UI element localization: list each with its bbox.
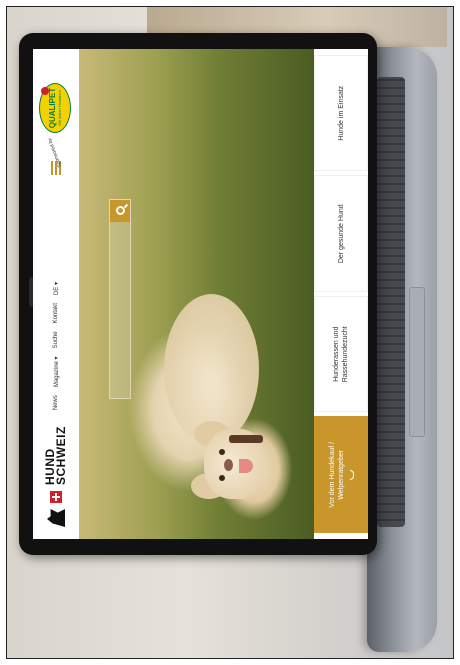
sponsor-label: Sponsored by xyxy=(46,136,64,168)
sponsor-slogan: Wir lieben Heimtiere xyxy=(57,90,62,127)
site-header: HUND SCHWEIZ News Magazine ▾ Suche Konta… xyxy=(33,49,79,539)
dog-eye xyxy=(219,475,225,481)
search-input[interactable] xyxy=(110,222,130,398)
site-logo[interactable]: HUND SCHWEIZ xyxy=(43,426,68,527)
logo-line2: SCHWEIZ xyxy=(54,426,68,485)
search-button[interactable] xyxy=(110,200,130,222)
tile-puppy-guide[interactable]: Vor dem Hundekauf / Welpenratgeber xyxy=(314,416,368,533)
nav-item-contact[interactable]: Kontakt xyxy=(53,303,60,323)
hero-image-dog-in-grass xyxy=(79,49,314,539)
category-tiles: Vor dem Hundekauf / Welpenratgeber Hunde… xyxy=(314,49,368,539)
sponsor-block[interactable]: Sponsored by QUALIPET Wir lieben Heimtie… xyxy=(39,83,71,168)
tile-working-dogs[interactable]: Hunde im Einsatz xyxy=(314,55,368,172)
dog-eye xyxy=(219,449,225,455)
tile-dog-breeds[interactable]: Hunderassen und Rassehundezucht xyxy=(314,296,368,413)
website: HUND SCHWEIZ News Magazine ▾ Suche Konta… xyxy=(33,49,368,539)
dog-collar xyxy=(229,435,263,443)
swiss-cross-icon xyxy=(50,491,62,503)
laptop-screen: HUND SCHWEIZ News Magazine ▾ Suche Konta… xyxy=(33,49,368,539)
dog-tongue xyxy=(239,459,253,473)
dog-logo-icon xyxy=(47,509,65,527)
search-icon xyxy=(115,206,125,216)
dog-nose xyxy=(224,459,233,471)
laptop-keyboard xyxy=(377,77,405,527)
tile-healthy-dog[interactable]: Der gesunde Hund xyxy=(314,175,368,292)
nav-item-magazine[interactable]: Magazine ▾ xyxy=(53,356,60,387)
laptop-touchpad xyxy=(409,287,425,437)
main-nav: News Magazine ▾ Suche Kontakt DE ▾ xyxy=(53,282,60,410)
paw-icon xyxy=(41,87,49,95)
nav-item-news[interactable]: News xyxy=(53,395,60,410)
photo-frame: HUND SCHWEIZ News Magazine ▾ Suche Konta… xyxy=(6,6,454,659)
nav-item-search[interactable]: Suche xyxy=(53,331,60,348)
chevron-down-icon xyxy=(350,469,354,480)
nav-item-language[interactable]: DE ▾ xyxy=(53,282,60,295)
sponsor-brand: QUALIPET xyxy=(48,87,57,129)
search-box xyxy=(109,199,131,399)
